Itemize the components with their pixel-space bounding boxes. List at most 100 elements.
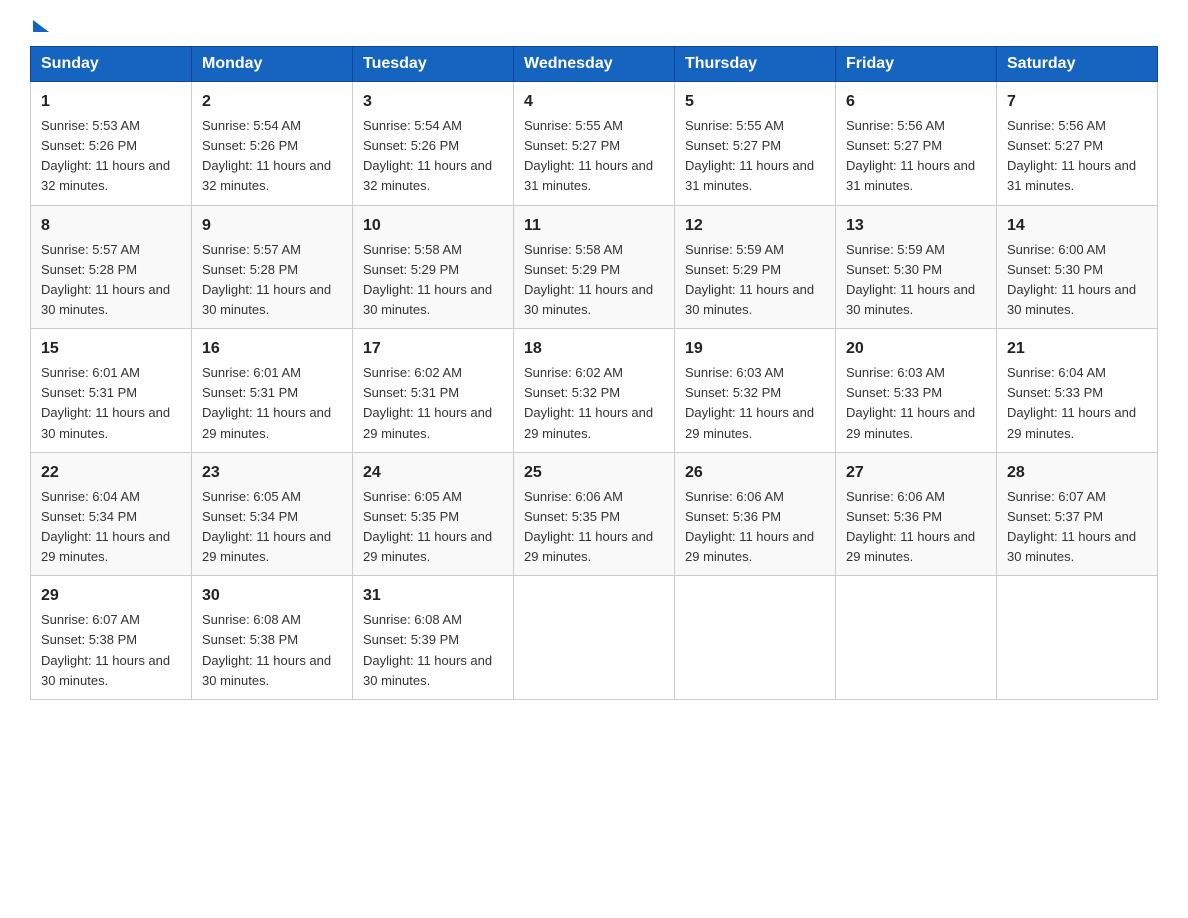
day-info: Sunrise: 5:56 AMSunset: 5:27 PMDaylight:… <box>1007 118 1136 193</box>
calendar-day-28: 28 Sunrise: 6:07 AMSunset: 5:37 PMDayligh… <box>997 452 1158 576</box>
day-info: Sunrise: 6:00 AMSunset: 5:30 PMDaylight:… <box>1007 242 1136 317</box>
day-info: Sunrise: 6:08 AMSunset: 5:39 PMDaylight:… <box>363 612 492 687</box>
day-info: Sunrise: 6:04 AMSunset: 5:34 PMDaylight:… <box>41 489 170 564</box>
day-number: 16 <box>202 337 342 361</box>
day-number: 11 <box>524 214 664 238</box>
day-number: 17 <box>363 337 503 361</box>
day-number: 14 <box>1007 214 1147 238</box>
day-number: 26 <box>685 461 825 485</box>
day-number: 20 <box>846 337 986 361</box>
day-info: Sunrise: 6:03 AMSunset: 5:33 PMDaylight:… <box>846 365 975 440</box>
calendar-day-27: 27 Sunrise: 6:06 AMSunset: 5:36 PMDayligh… <box>836 452 997 576</box>
calendar-day-12: 12Sunrise: 5:59 AMSunset: 5:29 PMDayligh… <box>675 205 836 329</box>
day-info: Sunrise: 5:59 AMSunset: 5:30 PMDaylight:… <box>846 242 975 317</box>
calendar-week-5: 29Sunrise: 6:07 AMSunset: 5:38 PMDayligh… <box>31 576 1158 700</box>
weekday-sunday: Sunday <box>31 47 192 82</box>
day-number: 10 <box>363 214 503 238</box>
day-number: 3 <box>363 90 503 114</box>
calendar-day-24: 24Sunrise: 6:05 AMSunset: 5:35 PMDayligh… <box>353 452 514 576</box>
calendar-day-31: 31Sunrise: 6:08 AMSunset: 5:39 PMDayligh… <box>353 576 514 700</box>
day-info: Sunrise: 5:55 AMSunset: 5:27 PMDaylight:… <box>524 118 653 193</box>
day-number: 8 <box>41 214 181 238</box>
day-info: Sunrise: 5:55 AMSunset: 5:27 PMDaylight:… <box>685 118 814 193</box>
weekday-saturday: Saturday <box>997 47 1158 82</box>
day-number: 13 <box>846 214 986 238</box>
day-info: Sunrise: 5:57 AMSunset: 5:28 PMDaylight:… <box>202 242 331 317</box>
day-info: Sunrise: 6:07 AMSunset: 5:38 PMDaylight:… <box>41 612 170 687</box>
calendar-empty <box>836 576 997 700</box>
day-info: Sunrise: 6:06 AMSunset: 5:36 PMDaylight:… <box>685 489 814 564</box>
day-info: Sunrise: 6:02 AMSunset: 5:32 PMDaylight:… <box>524 365 653 440</box>
day-info: Sunrise: 6:02 AMSunset: 5:31 PMDaylight:… <box>363 365 492 440</box>
calendar-day-16: 16Sunrise: 6:01 AMSunset: 5:31 PMDayligh… <box>192 329 353 453</box>
calendar-day-17: 17 Sunrise: 6:02 AMSunset: 5:31 PMDayligh… <box>353 329 514 453</box>
calendar-day-7: 7 Sunrise: 5:56 AMSunset: 5:27 PMDaylight… <box>997 82 1158 206</box>
logo-arrow-icon <box>33 20 49 32</box>
weekday-wednesday: Wednesday <box>514 47 675 82</box>
calendar-day-25: 25 Sunrise: 6:06 AMSunset: 5:35 PMDayligh… <box>514 452 675 576</box>
day-number: 12 <box>685 214 825 238</box>
day-info: Sunrise: 6:01 AMSunset: 5:31 PMDaylight:… <box>41 365 170 440</box>
day-number: 30 <box>202 584 342 608</box>
day-number: 27 <box>846 461 986 485</box>
day-info: Sunrise: 6:04 AMSunset: 5:33 PMDaylight:… <box>1007 365 1136 440</box>
weekday-monday: Monday <box>192 47 353 82</box>
day-info: Sunrise: 6:05 AMSunset: 5:35 PMDaylight:… <box>363 489 492 564</box>
calendar-day-2: 2 Sunrise: 5:54 AMSunset: 5:26 PMDaylight… <box>192 82 353 206</box>
weekday-tuesday: Tuesday <box>353 47 514 82</box>
day-info: Sunrise: 6:07 AMSunset: 5:37 PMDaylight:… <box>1007 489 1136 564</box>
logo <box>30 20 49 36</box>
calendar-day-3: 3Sunrise: 5:54 AMSunset: 5:26 PMDaylight… <box>353 82 514 206</box>
calendar-day-6: 6 Sunrise: 5:56 AMSunset: 5:27 PMDaylight… <box>836 82 997 206</box>
calendar-day-29: 29Sunrise: 6:07 AMSunset: 5:38 PMDayligh… <box>31 576 192 700</box>
calendar-empty <box>514 576 675 700</box>
day-number: 25 <box>524 461 664 485</box>
day-info: Sunrise: 6:03 AMSunset: 5:32 PMDaylight:… <box>685 365 814 440</box>
day-number: 19 <box>685 337 825 361</box>
calendar-day-18: 18 Sunrise: 6:02 AMSunset: 5:32 PMDayligh… <box>514 329 675 453</box>
calendar-day-20: 20 Sunrise: 6:03 AMSunset: 5:33 PMDayligh… <box>836 329 997 453</box>
day-number: 4 <box>524 90 664 114</box>
calendar-week-3: 15 Sunrise: 6:01 AMSunset: 5:31 PMDayligh… <box>31 329 1158 453</box>
day-info: Sunrise: 6:06 AMSunset: 5:36 PMDaylight:… <box>846 489 975 564</box>
day-info: Sunrise: 5:54 AMSunset: 5:26 PMDaylight:… <box>202 118 331 193</box>
weekday-header-row: SundayMondayTuesdayWednesdayThursdayFrid… <box>31 47 1158 82</box>
day-info: Sunrise: 5:58 AMSunset: 5:29 PMDaylight:… <box>363 242 492 317</box>
day-number: 6 <box>846 90 986 114</box>
calendar-day-21: 21 Sunrise: 6:04 AMSunset: 5:33 PMDayligh… <box>997 329 1158 453</box>
day-number: 28 <box>1007 461 1147 485</box>
calendar-week-2: 8 Sunrise: 5:57 AMSunset: 5:28 PMDaylight… <box>31 205 1158 329</box>
day-number: 2 <box>202 90 342 114</box>
day-number: 21 <box>1007 337 1147 361</box>
day-number: 18 <box>524 337 664 361</box>
page-header <box>30 20 1158 36</box>
calendar-day-4: 4 Sunrise: 5:55 AMSunset: 5:27 PMDaylight… <box>514 82 675 206</box>
calendar-week-1: 1 Sunrise: 5:53 AMSunset: 5:26 PMDaylight… <box>31 82 1158 206</box>
weekday-thursday: Thursday <box>675 47 836 82</box>
day-number: 5 <box>685 90 825 114</box>
day-info: Sunrise: 5:53 AMSunset: 5:26 PMDaylight:… <box>41 118 170 193</box>
calendar-day-8: 8Sunrise: 5:57 AMSunset: 5:28 PMDaylight… <box>31 205 192 329</box>
calendar-day-19: 19 Sunrise: 6:03 AMSunset: 5:32 PMDayligh… <box>675 329 836 453</box>
day-info: Sunrise: 6:06 AMSunset: 5:35 PMDaylight:… <box>524 489 653 564</box>
calendar-day-22: 22 Sunrise: 6:04 AMSunset: 5:34 PMDayligh… <box>31 452 192 576</box>
calendar-day-10: 10 Sunrise: 5:58 AMSunset: 5:29 PMDayligh… <box>353 205 514 329</box>
calendar-day-13: 13 Sunrise: 5:59 AMSunset: 5:30 PMDayligh… <box>836 205 997 329</box>
day-number: 15 <box>41 337 181 361</box>
day-number: 22 <box>41 461 181 485</box>
day-info: Sunrise: 5:56 AMSunset: 5:27 PMDaylight:… <box>846 118 975 193</box>
day-number: 23 <box>202 461 342 485</box>
calendar-week-4: 22 Sunrise: 6:04 AMSunset: 5:34 PMDayligh… <box>31 452 1158 576</box>
calendar-day-26: 26 Sunrise: 6:06 AMSunset: 5:36 PMDayligh… <box>675 452 836 576</box>
day-info: Sunrise: 6:05 AMSunset: 5:34 PMDaylight:… <box>202 489 331 564</box>
calendar-day-9: 9Sunrise: 5:57 AMSunset: 5:28 PMDaylight… <box>192 205 353 329</box>
calendar-day-30: 30 Sunrise: 6:08 AMSunset: 5:38 PMDayligh… <box>192 576 353 700</box>
weekday-friday: Friday <box>836 47 997 82</box>
day-info: Sunrise: 5:58 AMSunset: 5:29 PMDaylight:… <box>524 242 653 317</box>
day-number: 7 <box>1007 90 1147 114</box>
calendar-table: SundayMondayTuesdayWednesdayThursdayFrid… <box>30 46 1158 700</box>
day-info: Sunrise: 6:08 AMSunset: 5:38 PMDaylight:… <box>202 612 331 687</box>
calendar-day-11: 11 Sunrise: 5:58 AMSunset: 5:29 PMDayligh… <box>514 205 675 329</box>
day-number: 1 <box>41 90 181 114</box>
calendar-day-5: 5 Sunrise: 5:55 AMSunset: 5:27 PMDaylight… <box>675 82 836 206</box>
